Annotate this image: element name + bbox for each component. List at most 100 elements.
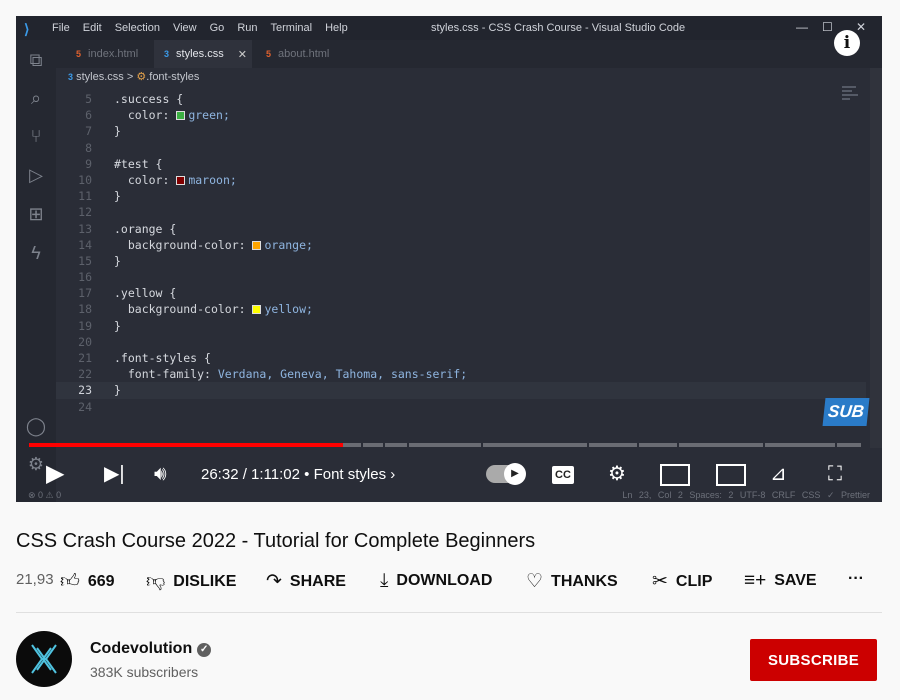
line-number: 10 [78,172,92,187]
time-display: 26:32 / 1:11:02 • Font styles › [201,466,396,483]
chapter-segment [409,443,481,447]
html5-icon: 5 [76,49,82,59]
thanks-label: THANKS [551,572,618,590]
chapter-title[interactable]: • Font styles [304,466,386,483]
thumbs-up-icon: 👍︎ [60,571,80,592]
selector: #test { [114,156,163,171]
tab-about-html: 5 about.html [256,40,339,68]
code-editor: 5 .success {6 color: green; 7} 8 9 #test {10 … [56,91,866,415]
editor-status: Ln 23, Col 2 Spaces: 2 UTF-8 CRLF CSS ✓ … [622,490,870,500]
code-line: 23} [56,382,866,399]
selector: } [114,189,121,204]
miniplayer-icon[interactable] [660,464,690,486]
scissors-icon: ✂ [652,571,668,592]
subscriber-count: 383K subscribers [90,664,199,680]
line-text: } [114,382,121,398]
selector: .font-styles { [114,351,211,365]
line-text: font-family: Verdana, Geneva, Tahoma, sa… [114,366,467,382]
menu-edit: Edit [82,22,102,34]
line-number: 17 [78,286,92,301]
code-line: 5 .success { [56,91,866,107]
info-button[interactable]: i [834,30,860,56]
view-count: 21,93 [16,571,54,588]
chapter-segment [639,443,677,447]
color-swatch [176,175,186,185]
thumbs-down-icon: 👎︎ [146,571,166,592]
editor-scrollbar [870,68,882,448]
subscribe-button[interactable]: SUBSCRIBE [750,639,877,681]
clip-button[interactable]: ✂ CLIP [652,570,712,593]
download-button[interactable]: ⤓ DOWNLOAD [380,570,492,592]
line-number: 9 [85,156,92,171]
symbol-class-icon: ⚙ [136,71,147,83]
line-text: #test { [114,156,162,172]
selector: } [114,318,121,333]
more-actions-button[interactable]: ··· [848,570,864,588]
property: color: [127,172,177,187]
next-icon[interactable]: ▶| [104,462,125,486]
play-icon[interactable]: ▶ [46,462,64,486]
menu-terminal: Terminal [270,22,313,34]
menu-go: Go [209,22,225,34]
line-number: 20 [78,334,92,349]
save-button[interactable]: ≡+ SAVE [744,570,817,592]
value: Verdana, Geneva, Tahoma, sans-serif; [217,367,468,382]
line-number: 8 [85,140,92,155]
menu-help: Help [325,22,348,34]
window-title: styles.css - CSS Crash Course - Visual S… [431,22,686,34]
selector: } [114,124,121,139]
thanks-button[interactable]: ♡ THANKS [526,570,618,593]
search-icon: ⌕ [30,88,42,108]
verified-check-icon: ✓ [197,643,212,657]
heart-dollar-icon: ♡ [526,571,544,592]
channel-name[interactable]: Codevolution ✓ [90,640,212,658]
captions-button[interactable]: CC [552,466,574,484]
channel-avatar[interactable] [16,631,72,687]
video-player[interactable]: ⟩ File Edit Selection View Go Run Terminal Help… [16,16,882,502]
progress-played [29,443,344,447]
chapter-segment [589,443,637,447]
subscribe-watermark[interactable]: SUB [822,398,870,426]
selector: } [114,383,121,398]
line-text: background-color: yellow; [114,301,313,317]
menu-bar: File Edit Selection View Go Run Terminal Help [52,22,361,34]
theater-mode-icon[interactable] [716,464,746,486]
code-line: 8 [56,140,866,156]
menu-file: File [52,22,70,34]
code-line: 17 .yellow { [56,285,866,301]
code-line: 20 [56,334,866,350]
fullscreen-icon[interactable]: ⛶ [828,462,842,486]
breadcrumb: 3 styles.css > ⚙.font-styles [68,70,199,83]
autoplay-toggle[interactable]: ▶ [486,463,526,485]
breadcrumb-file: styles.css [76,71,124,83]
volume-icon[interactable]: 🔊︎ [154,462,167,486]
like-count: 669 [87,572,115,590]
dislike-button[interactable]: 👎︎ DISLIKE [146,570,236,593]
minimize-icon: — [796,20,808,34]
channel-name-text[interactable]: Codevolution [90,640,192,657]
code-line: 6 color: green; [56,107,866,123]
explorer-icon: ⧉ [29,50,43,70]
cast-icon[interactable]: ⊿ [770,462,787,486]
like-button[interactable]: 👍︎ 669 [60,570,115,593]
code-line: 7} [56,123,866,139]
code-line: 9 #test { [56,156,866,172]
selector: .success { [114,92,184,106]
line-number: 16 [78,270,92,285]
line-number: 12 [78,205,92,220]
code-line: 19} [56,318,866,334]
selector: .orange { [114,221,177,236]
menu-run: Run [237,22,258,34]
clip-label: CLIP [675,572,713,590]
color-swatch [252,305,262,315]
color-swatch [176,111,186,121]
chapter-segment [363,443,383,447]
line-text: .font-styles { [114,350,211,366]
chapter-segment [385,443,407,447]
line-text: } [114,253,121,269]
minimap [842,86,862,116]
color-swatch [252,240,262,250]
line-text: } [114,123,121,139]
share-button[interactable]: ↷ SHARE [266,570,346,593]
settings-gear-icon[interactable]: ⚙ [608,462,626,486]
